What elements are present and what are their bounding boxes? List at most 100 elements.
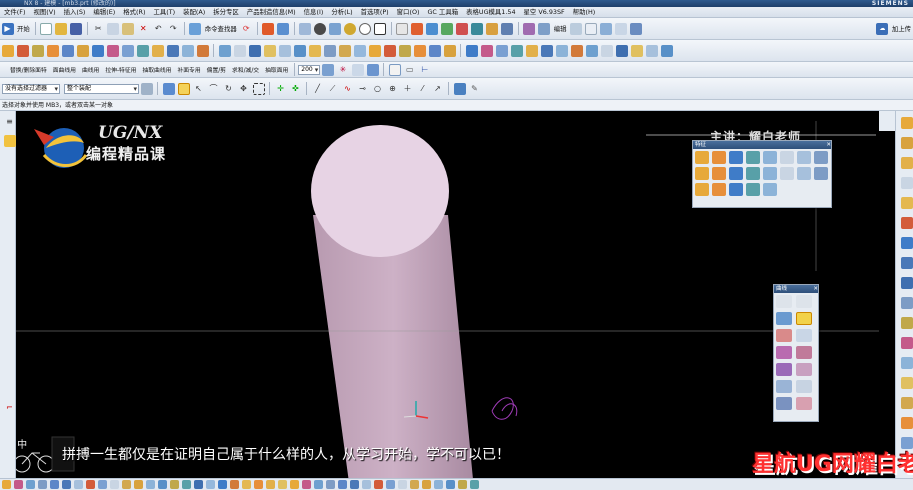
- curve-command-icon[interactable]: [796, 380, 812, 393]
- feature-tool-icon[interactable]: [181, 44, 194, 57]
- feature-tool-icon[interactable]: [443, 44, 456, 57]
- lasso-icon[interactable]: ⌒: [208, 83, 220, 95]
- bottom-tool-icon[interactable]: [25, 480, 35, 489]
- bottom-tool-icon[interactable]: [457, 480, 467, 489]
- tangent-icon[interactable]: ⊸: [357, 83, 369, 95]
- feature-tool-icon[interactable]: [218, 44, 231, 57]
- snap-icon[interactable]: [411, 22, 424, 35]
- curve-command-icon[interactable]: [796, 312, 812, 325]
- arrow-select-icon[interactable]: ↖: [193, 83, 205, 95]
- menu-item[interactable]: 信息(I): [300, 7, 328, 17]
- bottom-tool-icon[interactable]: [229, 480, 239, 489]
- feature-tool-icon[interactable]: [46, 44, 59, 57]
- close-icon[interactable]: ✕: [813, 285, 818, 293]
- pan-icon[interactable]: ✥: [238, 83, 250, 95]
- datum-icon[interactable]: [388, 63, 401, 76]
- point-icon[interactable]: ✳: [337, 64, 349, 76]
- feature-tool-icon[interactable]: [495, 44, 508, 57]
- curve-command-icon[interactable]: [776, 380, 792, 393]
- bottom-tool-icon[interactable]: [169, 480, 179, 489]
- bottom-tool-icon[interactable]: [1, 480, 11, 489]
- feature-command-icon[interactable]: [712, 151, 726, 164]
- curve-command-icon[interactable]: [776, 363, 792, 376]
- bottom-tool-icon[interactable]: [49, 480, 59, 489]
- snap-midpoint-icon[interactable]: ✜: [290, 83, 302, 95]
- ruler-icon[interactable]: ▭: [404, 64, 416, 76]
- bottom-tool-icon[interactable]: [289, 480, 299, 489]
- feature-tool-icon[interactable]: [383, 44, 396, 57]
- feature-tool-icon[interactable]: [368, 44, 381, 57]
- curve-command-icon[interactable]: [776, 346, 792, 359]
- feature-tool-icon[interactable]: [585, 44, 598, 57]
- bottom-tool-icon[interactable]: [37, 480, 47, 489]
- wireframe-icon[interactable]: [374, 22, 387, 35]
- history-icon[interactable]: ⌐: [4, 401, 16, 413]
- snap-endpoint-icon[interactable]: ✛: [275, 83, 287, 95]
- bottom-tool-icon[interactable]: [193, 480, 203, 489]
- feature-command-icon[interactable]: [729, 167, 743, 180]
- axis-icon[interactable]: [366, 63, 379, 76]
- bottom-tool-icon[interactable]: [397, 480, 407, 489]
- feature-command-icon[interactable]: [763, 183, 777, 196]
- open-folder-icon[interactable]: [55, 22, 68, 35]
- render-style-icon[interactable]: [314, 22, 327, 35]
- bottom-tool-icon[interactable]: [61, 480, 71, 489]
- feature-tool-icon[interactable]: [645, 44, 658, 57]
- feature-command-icon[interactable]: [729, 183, 743, 196]
- cloud-upload-label[interactable]: 加上传: [892, 24, 911, 33]
- feature-command-icon[interactable]: [695, 183, 709, 196]
- curve-label[interactable]: 曲线用: [82, 65, 99, 74]
- feature-command-icon[interactable]: [814, 151, 828, 164]
- cross-icon[interactable]: ＋: [402, 83, 414, 95]
- feature-command-icon[interactable]: [797, 151, 811, 164]
- help-icon[interactable]: [630, 22, 643, 35]
- offset-trim-label[interactable]: 偏置/剪: [207, 65, 226, 74]
- bottom-tool-icon[interactable]: [469, 480, 479, 489]
- delete-icon[interactable]: ✕: [137, 23, 149, 35]
- feature-tool-icon[interactable]: [525, 44, 538, 57]
- part-navigator-icon[interactable]: ≡: [4, 115, 16, 127]
- resource-tab-icon[interactable]: [900, 217, 913, 229]
- start-button[interactable]: 开始: [17, 24, 30, 33]
- curve-command-icon[interactable]: [796, 363, 812, 376]
- feature-command-icon[interactable]: [695, 167, 709, 180]
- bottom-tool-icon[interactable]: [325, 480, 335, 489]
- feature-tool-icon[interactable]: [166, 44, 179, 57]
- curve-command-icon[interactable]: [796, 346, 812, 359]
- feature-tool-icon[interactable]: [510, 44, 523, 57]
- bottom-tool-icon[interactable]: [205, 480, 215, 489]
- feature-tool-icon[interactable]: [248, 44, 261, 57]
- resource-tab-icon[interactable]: [900, 177, 913, 189]
- bottom-tool-icon[interactable]: [421, 480, 431, 489]
- circle-icon[interactable]: ○: [372, 83, 384, 95]
- bottom-tool-icon[interactable]: [133, 480, 143, 489]
- feature-command-icon[interactable]: [814, 167, 828, 180]
- feature-tool-icon[interactable]: [61, 44, 74, 57]
- menu-item[interactable]: 装配(A): [179, 7, 209, 17]
- shaded-icon[interactable]: [359, 22, 372, 35]
- feature-tool-icon[interactable]: [413, 44, 426, 57]
- feature-tool-icon[interactable]: [338, 44, 351, 57]
- feature-tool-icon[interactable]: [660, 44, 673, 57]
- menu-item[interactable]: GC 工具箱: [423, 7, 462, 17]
- close-icon[interactable]: ✕: [826, 141, 831, 149]
- bottom-tool-icon[interactable]: [97, 480, 107, 489]
- dimension-icon[interactable]: ⊢: [419, 64, 431, 76]
- warning-icon[interactable]: [3, 135, 16, 147]
- feature-command-icon[interactable]: [746, 167, 760, 180]
- feature-tool-icon[interactable]: [16, 44, 29, 57]
- cloud-icon[interactable]: ☁: [876, 22, 889, 35]
- zoom-combo[interactable]: 200: [298, 64, 321, 75]
- spline-icon[interactable]: ∿: [342, 83, 354, 95]
- feature-tool-icon[interactable]: [278, 44, 291, 57]
- rotate-icon[interactable]: ↻: [223, 83, 235, 95]
- plane-icon[interactable]: [351, 63, 364, 76]
- resource-tab-icon[interactable]: [900, 297, 913, 309]
- feature-tool-icon[interactable]: [31, 44, 44, 57]
- feature-tool-icon[interactable]: [308, 44, 321, 57]
- menu-item[interactable]: 视图(V): [29, 7, 59, 17]
- menu-item[interactable]: 编辑(E): [89, 7, 119, 17]
- menu-item[interactable]: 插入(S): [60, 7, 90, 17]
- selection-scope-combo[interactable]: 整个装配: [64, 83, 139, 94]
- curve-command-icon[interactable]: [776, 329, 792, 342]
